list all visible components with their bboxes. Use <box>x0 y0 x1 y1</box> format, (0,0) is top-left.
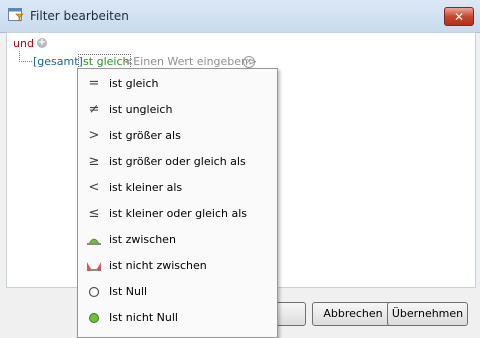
filter-window-icon <box>8 8 24 22</box>
tree-connector <box>19 51 32 62</box>
menu-item-label: ist gleich <box>109 77 159 90</box>
add-condition-icon[interactable]: + <box>37 38 47 48</box>
menu-item-greater[interactable]: > ist größer als <box>78 123 277 149</box>
not-between-icon <box>86 258 102 274</box>
not-equal-icon: ≠ <box>88 102 100 117</box>
apply-button[interactable]: Übernehmen <box>387 302 468 326</box>
window-title: Filter bearbeiten <box>30 9 129 23</box>
menu-item-not-between[interactable]: ist nicht zwischen <box>78 253 277 279</box>
menu-item-is-null[interactable]: Ist Null <box>78 279 277 305</box>
null-circle-icon <box>86 284 102 300</box>
menu-item-equals[interactable]: = ist gleich <box>78 71 277 97</box>
title-bar: Filter bearbeiten ✕ <box>0 0 480 33</box>
menu-item-greater-or-equal[interactable]: ≥ ist größer oder gleich als <box>78 149 277 175</box>
menu-item-label: Ist Null <box>109 285 148 298</box>
between-icon <box>86 232 102 248</box>
less-or-equal-icon: ≤ <box>88 206 100 221</box>
menu-item-label: ist nicht zwischen <box>109 259 207 272</box>
greater-or-equal-icon: ≥ <box>88 154 100 169</box>
menu-item-label: ist größer als <box>109 129 181 142</box>
greater-than-icon: > <box>88 128 100 143</box>
menu-item-label: Ist nicht Null <box>109 311 178 324</box>
menu-item-label: ist zwischen <box>109 233 176 246</box>
value-input[interactable]: <Einen Wert eingeben> <box>124 55 257 68</box>
menu-item-is-not-null[interactable]: Ist nicht Null <box>78 305 277 331</box>
remove-condition-icon[interactable]: ✕ <box>243 56 255 68</box>
close-button[interactable]: ✕ <box>444 7 474 26</box>
menu-item-between[interactable]: ist zwischen <box>78 227 277 253</box>
menu-item-less[interactable]: < ist kleiner als <box>78 175 277 201</box>
menu-item-not-equal[interactable]: ≠ ist ungleich <box>78 97 277 123</box>
equals-icon: = <box>88 76 100 91</box>
menu-item-label: ist kleiner als <box>109 181 183 194</box>
less-than-icon: < <box>88 180 100 195</box>
not-null-circle-icon <box>86 310 102 326</box>
menu-item-less-or-equal[interactable]: ≤ ist kleiner oder gleich als <box>78 201 277 227</box>
menu-item-label: ist kleiner oder gleich als <box>109 207 248 220</box>
menu-item-label: ist ungleich <box>109 103 173 116</box>
operator-dropdown: = ist gleich ≠ ist ungleich > ist größer… <box>77 68 278 338</box>
cancel-button[interactable]: Abbrechen <box>312 302 394 326</box>
group-operator[interactable]: und <box>13 37 34 50</box>
menu-item-label: ist größer oder gleich als <box>109 155 246 168</box>
field-token[interactable]: [gesamt] <box>33 55 83 68</box>
close-icon: ✕ <box>453 9 465 24</box>
